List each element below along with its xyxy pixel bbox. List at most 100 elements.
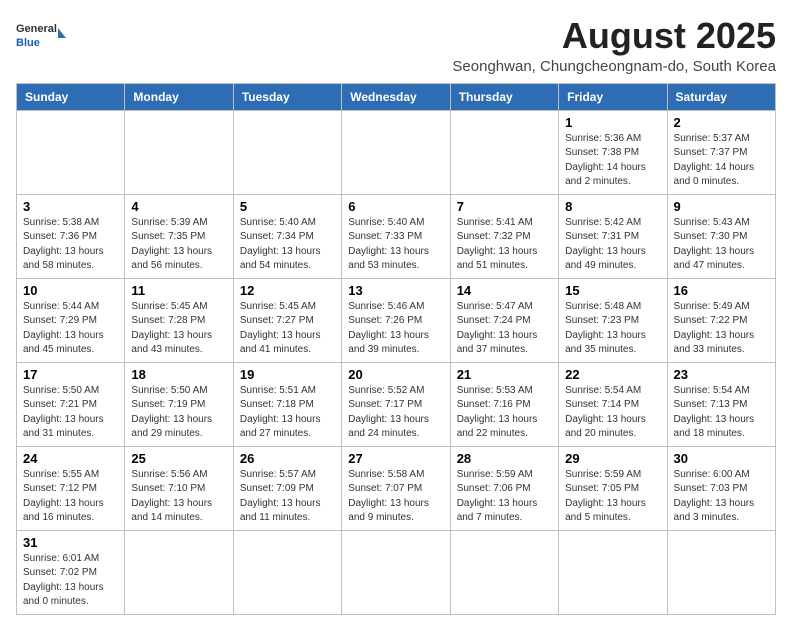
day-info: Sunrise: 5:54 AM Sunset: 7:14 PM Dayligh… xyxy=(565,384,660,442)
calendar-cell: 20 Sunrise: 5:52 AM Sunset: 7:17 PM Dayli… xyxy=(342,362,450,446)
day-info: Sunrise: 5:50 AM Sunset: 7:21 PM Dayligh… xyxy=(23,384,118,442)
calendar-cell xyxy=(342,110,450,194)
day-info: Sunrise: 5:54 AM Sunset: 7:13 PM Dayligh… xyxy=(674,384,769,442)
calendar-cell: 5 Sunrise: 5:40 AM Sunset: 7:34 PM Daylig… xyxy=(233,194,341,278)
day-info: Sunrise: 5:59 AM Sunset: 7:05 PM Dayligh… xyxy=(565,468,660,526)
page-header: General Blue August 2025 Seonghwan, Chun… xyxy=(16,16,776,75)
day-number: 11 xyxy=(131,283,226,298)
weekday-header-monday: Monday xyxy=(125,83,233,110)
calendar-table: SundayMondayTuesdayWednesdayThursdayFrid… xyxy=(16,83,776,615)
day-info: Sunrise: 5:40 AM Sunset: 7:33 PM Dayligh… xyxy=(348,216,443,274)
calendar-cell: 21 Sunrise: 5:53 AM Sunset: 7:16 PM Dayli… xyxy=(450,362,558,446)
day-number: 17 xyxy=(23,367,118,382)
calendar-cell: 25Sunrise: 5:56 AM Sunset: 7:10 PM Dayli… xyxy=(125,446,233,530)
day-number: 31 xyxy=(23,535,118,550)
weekday-header-tuesday: Tuesday xyxy=(233,83,341,110)
day-info: Sunrise: 5:59 AM Sunset: 7:06 PM Dayligh… xyxy=(457,468,552,526)
day-info: Sunrise: 5:50 AM Sunset: 7:19 PM Dayligh… xyxy=(131,384,226,442)
calendar-cell: 22 Sunrise: 5:54 AM Sunset: 7:14 PM Dayli… xyxy=(559,362,667,446)
day-number: 29 xyxy=(565,451,660,466)
calendar-cell: 15 Sunrise: 5:48 AM Sunset: 7:23 PM Dayli… xyxy=(559,278,667,362)
calendar-cell: 1Sunrise: 5:36 AM Sunset: 7:38 PM Daylig… xyxy=(559,110,667,194)
day-info: Sunrise: 5:38 AM Sunset: 7:36 PM Dayligh… xyxy=(23,216,118,274)
day-info: Sunrise: 5:45 AM Sunset: 7:27 PM Dayligh… xyxy=(240,300,335,358)
logo: General Blue xyxy=(16,16,66,60)
month-title: August 2025 xyxy=(452,16,776,56)
day-number: 19 xyxy=(240,367,335,382)
weekday-header-thursday: Thursday xyxy=(450,83,558,110)
weekday-header-wednesday: Wednesday xyxy=(342,83,450,110)
logo-icon: General Blue xyxy=(16,16,66,60)
day-number: 21 xyxy=(457,367,552,382)
weekday-header-sunday: Sunday xyxy=(17,83,125,110)
day-info: Sunrise: 5:51 AM Sunset: 7:18 PM Dayligh… xyxy=(240,384,335,442)
day-info: Sunrise: 5:58 AM Sunset: 7:07 PM Dayligh… xyxy=(348,468,443,526)
day-info: Sunrise: 5:53 AM Sunset: 7:16 PM Dayligh… xyxy=(457,384,552,442)
calendar-cell: 9Sunrise: 5:43 AM Sunset: 7:30 PM Daylig… xyxy=(667,194,775,278)
calendar-cell: 30 Sunrise: 6:00 AM Sunset: 7:03 PM Dayli… xyxy=(667,446,775,530)
calendar-cell: 13Sunrise: 5:46 AM Sunset: 7:26 PM Dayli… xyxy=(342,278,450,362)
day-info: Sunrise: 5:49 AM Sunset: 7:22 PM Dayligh… xyxy=(674,300,769,358)
calendar-cell: 8 Sunrise: 5:42 AM Sunset: 7:31 PM Daylig… xyxy=(559,194,667,278)
weekday-header-friday: Friday xyxy=(559,83,667,110)
day-number: 8 xyxy=(565,199,660,214)
calendar-cell xyxy=(559,530,667,614)
day-number: 16 xyxy=(674,283,769,298)
day-number: 5 xyxy=(240,199,335,214)
calendar-cell: 26Sunrise: 5:57 AM Sunset: 7:09 PM Dayli… xyxy=(233,446,341,530)
day-number: 7 xyxy=(457,199,552,214)
calendar-cell: 3 Sunrise: 5:38 AM Sunset: 7:36 PM Daylig… xyxy=(17,194,125,278)
calendar-cell xyxy=(667,530,775,614)
day-number: 15 xyxy=(565,283,660,298)
calendar-cell: 27 Sunrise: 5:58 AM Sunset: 7:07 PM Dayli… xyxy=(342,446,450,530)
day-info: Sunrise: 5:48 AM Sunset: 7:23 PM Dayligh… xyxy=(565,300,660,358)
day-info: Sunrise: 5:56 AM Sunset: 7:10 PM Dayligh… xyxy=(131,468,226,526)
day-number: 24 xyxy=(23,451,118,466)
calendar-cell xyxy=(450,110,558,194)
day-info: Sunrise: 5:40 AM Sunset: 7:34 PM Dayligh… xyxy=(240,216,335,274)
calendar-cell xyxy=(125,530,233,614)
calendar-cell: 6 Sunrise: 5:40 AM Sunset: 7:33 PM Daylig… xyxy=(342,194,450,278)
day-number: 12 xyxy=(240,283,335,298)
day-info: Sunrise: 5:55 AM Sunset: 7:12 PM Dayligh… xyxy=(23,468,118,526)
day-number: 4 xyxy=(131,199,226,214)
day-number: 20 xyxy=(348,367,443,382)
calendar-cell: 16 Sunrise: 5:49 AM Sunset: 7:22 PM Dayli… xyxy=(667,278,775,362)
day-info: Sunrise: 5:42 AM Sunset: 7:31 PM Dayligh… xyxy=(565,216,660,274)
calendar-cell: 24 Sunrise: 5:55 AM Sunset: 7:12 PM Dayli… xyxy=(17,446,125,530)
calendar-cell xyxy=(125,110,233,194)
calendar-cell xyxy=(233,530,341,614)
day-info: Sunrise: 5:41 AM Sunset: 7:32 PM Dayligh… xyxy=(457,216,552,274)
day-number: 14 xyxy=(457,283,552,298)
svg-text:General: General xyxy=(16,23,57,35)
calendar-cell: 11 Sunrise: 5:45 AM Sunset: 7:28 PM Dayli… xyxy=(125,278,233,362)
day-info: Sunrise: 5:47 AM Sunset: 7:24 PM Dayligh… xyxy=(457,300,552,358)
day-info: Sunrise: 6:00 AM Sunset: 7:03 PM Dayligh… xyxy=(674,468,769,526)
calendar-cell: 17 Sunrise: 5:50 AM Sunset: 7:21 PM Dayli… xyxy=(17,362,125,446)
day-number: 27 xyxy=(348,451,443,466)
day-number: 3 xyxy=(23,199,118,214)
calendar-cell: 10Sunrise: 5:44 AM Sunset: 7:29 PM Dayli… xyxy=(17,278,125,362)
calendar-cell xyxy=(342,530,450,614)
calendar-cell: 4Sunrise: 5:39 AM Sunset: 7:35 PM Daylig… xyxy=(125,194,233,278)
day-number: 30 xyxy=(674,451,769,466)
day-info: Sunrise: 5:46 AM Sunset: 7:26 PM Dayligh… xyxy=(348,300,443,358)
day-number: 10 xyxy=(23,283,118,298)
day-info: Sunrise: 5:52 AM Sunset: 7:17 PM Dayligh… xyxy=(348,384,443,442)
day-number: 22 xyxy=(565,367,660,382)
day-number: 26 xyxy=(240,451,335,466)
calendar-cell: 28Sunrise: 5:59 AM Sunset: 7:06 PM Dayli… xyxy=(450,446,558,530)
calendar-cell: 12 Sunrise: 5:45 AM Sunset: 7:27 PM Dayli… xyxy=(233,278,341,362)
day-info: Sunrise: 6:01 AM Sunset: 7:02 PM Dayligh… xyxy=(23,552,118,610)
calendar-cell: 7 Sunrise: 5:41 AM Sunset: 7:32 PM Daylig… xyxy=(450,194,558,278)
calendar-cell: 31 Sunrise: 6:01 AM Sunset: 7:02 PM Dayli… xyxy=(17,530,125,614)
calendar-cell: 2Sunrise: 5:37 AM Sunset: 7:37 PM Daylig… xyxy=(667,110,775,194)
day-info: Sunrise: 5:36 AM Sunset: 7:38 PM Dayligh… xyxy=(565,132,660,190)
day-number: 6 xyxy=(348,199,443,214)
day-number: 2 xyxy=(674,115,769,130)
location-title: Seonghwan, Chungcheongnam-do, South Kore… xyxy=(452,58,776,75)
calendar-cell: 23Sunrise: 5:54 AM Sunset: 7:13 PM Dayli… xyxy=(667,362,775,446)
day-info: Sunrise: 5:45 AM Sunset: 7:28 PM Dayligh… xyxy=(131,300,226,358)
calendar-cell: 18Sunrise: 5:50 AM Sunset: 7:19 PM Dayli… xyxy=(125,362,233,446)
calendar-cell: 14 Sunrise: 5:47 AM Sunset: 7:24 PM Dayli… xyxy=(450,278,558,362)
